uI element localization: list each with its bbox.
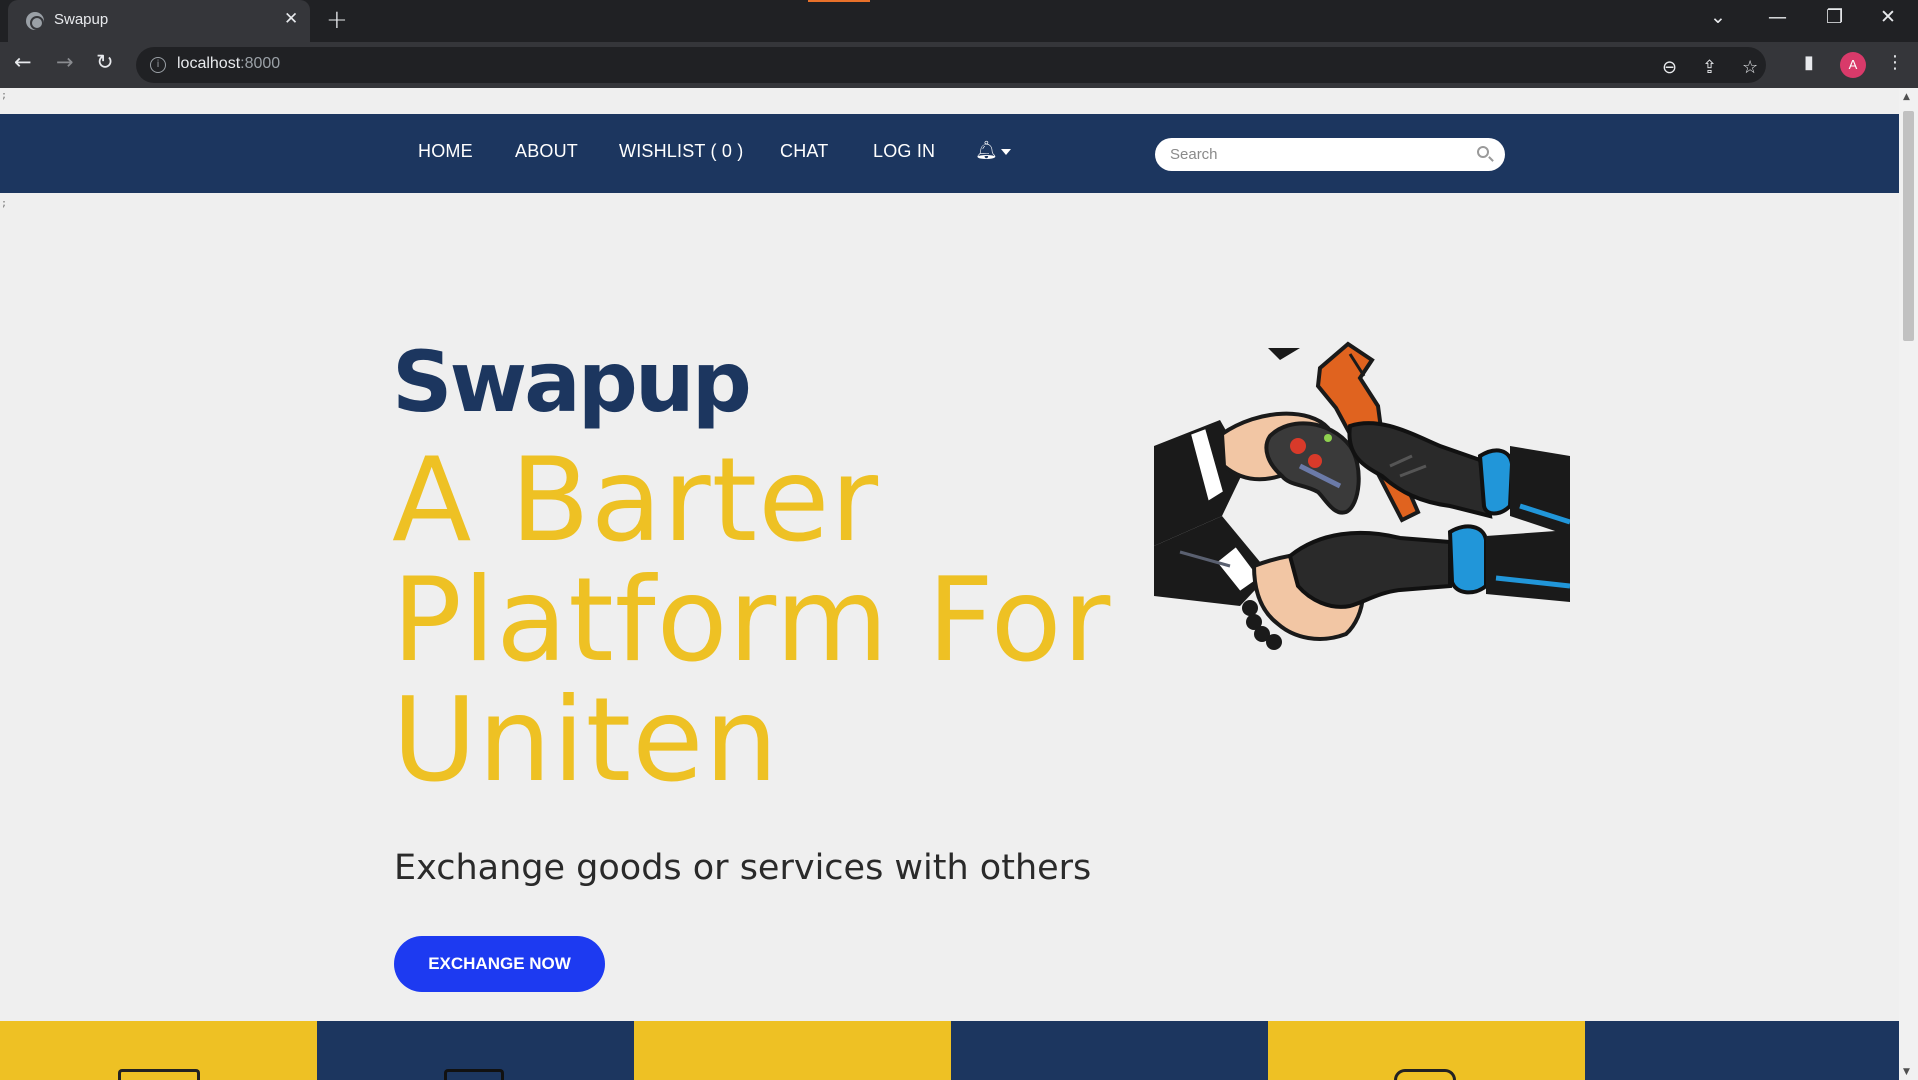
nav-about[interactable]: ABOUT [515, 141, 578, 162]
exchange-now-button[interactable]: EXCHANGE NOW [394, 936, 605, 992]
game-controller-icon [1264, 421, 1361, 515]
globe-icon [26, 12, 44, 30]
stray-mark: ; [1, 198, 8, 209]
vertical-scrollbar[interactable]: ▲ ▼ [1899, 88, 1918, 1080]
brand-title: Swapup [392, 333, 752, 431]
tab-search-icon[interactable]: ⌄ [1710, 6, 1726, 28]
chevron-down-icon[interactable] [1001, 149, 1011, 155]
info-icon[interactable]: i [150, 57, 166, 73]
handshake-trade-illustration [1154, 341, 1570, 650]
category-stripe [317, 1021, 634, 1080]
browser-tab-bar: Swapup ✕ + ⌄ — ❐ ✕ [0, 0, 1918, 42]
nav-chat[interactable]: CHAT [780, 141, 828, 162]
share-icon[interactable]: ⇪ [1702, 57, 1717, 78]
category-stripe [1268, 1021, 1585, 1080]
side-panel-icon[interactable]: ▮ [1804, 52, 1814, 73]
zoom-icon[interactable]: ⊖ [1662, 57, 1677, 78]
category-stripe [0, 1021, 317, 1080]
nav-home[interactable]: HOME [418, 141, 473, 162]
scroll-down-icon[interactable]: ▼ [1903, 1067, 1910, 1077]
search-bar [1155, 138, 1505, 171]
category-stripe [1585, 1021, 1899, 1080]
profile-avatar[interactable]: A [1840, 52, 1866, 78]
bell-icon[interactable]: 🔔︎ [975, 140, 998, 161]
nav-login[interactable]: LOG IN [873, 141, 935, 162]
category-stripes [0, 1021, 1899, 1080]
page-viewport: ; ; HOME ABOUT WISHLIST ( 0 ) CHAT LOG I… [0, 88, 1918, 1080]
reload-icon[interactable]: ↻ [96, 50, 114, 74]
nav-wishlist[interactable]: WISHLIST ( 0 ) [619, 141, 744, 162]
browser-toolbar: ← → ↻ i localhost:8000 ⊖ ⇪ ☆ ▮ A ⋮ [0, 42, 1918, 88]
tab-title: Swapup [54, 11, 109, 28]
category-icon [1394, 1069, 1456, 1080]
address-bar[interactable]: i localhost:8000 ⊖ ⇪ ☆ [136, 47, 1766, 83]
star-icon[interactable]: ☆ [1742, 57, 1758, 78]
new-tab-button[interactable]: + [326, 5, 348, 35]
category-stripe [951, 1021, 1268, 1080]
browser-tab[interactable]: Swapup ✕ [8, 0, 310, 42]
scrollbar-thumb[interactable] [1903, 111, 1914, 341]
tab-accent [808, 0, 870, 2]
close-window-button[interactable]: ✕ [1880, 6, 1896, 28]
site-navbar: HOME ABOUT WISHLIST ( 0 ) CHAT LOG IN 🔔︎ [0, 114, 1899, 193]
category-icon [118, 1069, 200, 1080]
category-stripe [634, 1021, 951, 1080]
search-icon[interactable] [1477, 146, 1489, 158]
hero-headline: A Barter Platform For Uniten [392, 433, 1112, 808]
back-icon[interactable]: ← [14, 50, 32, 74]
category-icon [444, 1069, 504, 1080]
close-tab-icon[interactable]: ✕ [284, 9, 298, 29]
hero-subheadline: Exchange goods or services with others [394, 848, 1092, 888]
stray-mark: ; [1, 90, 8, 101]
forward-icon[interactable]: → [56, 50, 74, 74]
url-text[interactable]: localhost:8000 [177, 55, 280, 73]
scroll-up-icon[interactable]: ▲ [1903, 92, 1910, 102]
restore-button[interactable]: ❐ [1826, 6, 1843, 28]
minimize-button[interactable]: — [1768, 6, 1787, 28]
search-input[interactable] [1170, 144, 1460, 164]
menu-icon[interactable]: ⋮ [1886, 52, 1904, 73]
